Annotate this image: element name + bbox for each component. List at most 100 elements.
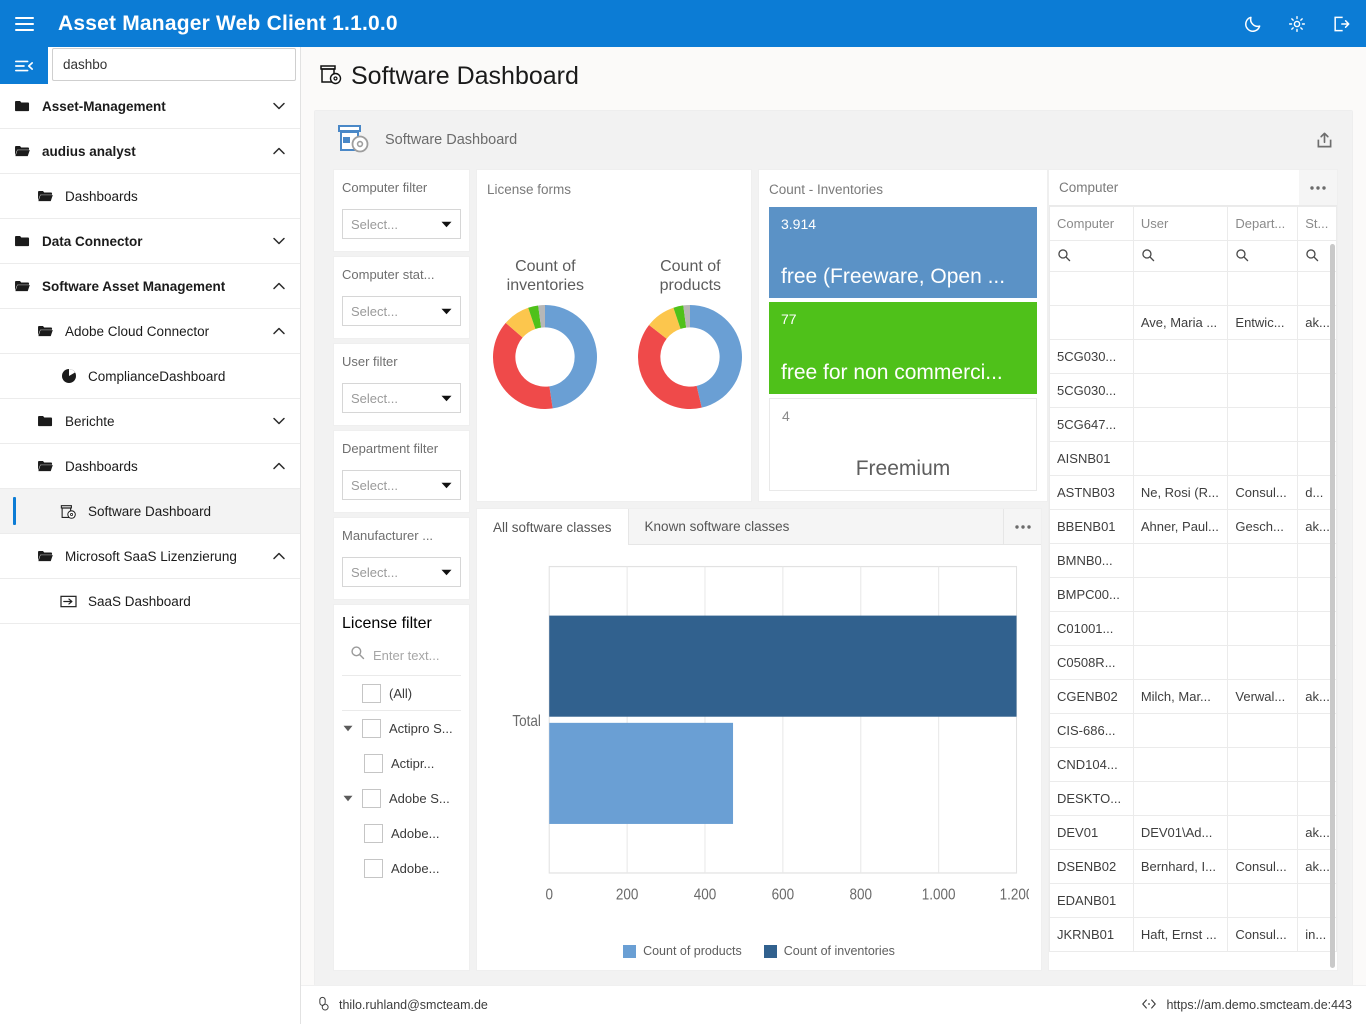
department-filter-select[interactable]: Select... — [342, 470, 461, 500]
table-row[interactable]: CND104... — [1049, 747, 1337, 782]
table-row[interactable]: 5CG030... — [1049, 373, 1337, 408]
manufacturer-filter-select[interactable]: Select... — [342, 557, 461, 587]
table-cell — [1132, 747, 1229, 782]
user-filter-select[interactable]: Select... — [342, 383, 461, 413]
table-row[interactable]: C0508R... — [1049, 645, 1337, 680]
legend-item[interactable]: Count of products — [623, 944, 742, 958]
table-column-search[interactable] — [1132, 240, 1229, 272]
svg-text:600: 600 — [772, 886, 795, 903]
sidebar-item-audius-analyst[interactable]: audius analyst — [0, 129, 300, 174]
chevron-up-icon[interactable] — [272, 461, 286, 471]
sidebar-item-data-connector[interactable]: Data Connector — [0, 219, 300, 264]
sidebar-item-compliancedashboard[interactable]: ComplianceDashboard — [0, 354, 300, 399]
sidebar-item-dashboards[interactable]: Dashboards — [0, 444, 300, 489]
tab-known-software-classes[interactable]: Known software classes — [627, 509, 1003, 544]
tab-all-software-classes[interactable]: All software classes — [477, 510, 628, 545]
sidebar-item-saas-dashboard[interactable]: SaaS Dashboard — [0, 579, 300, 624]
table-row[interactable]: Ave, Maria ... Entwic... ak... — [1049, 305, 1337, 340]
expander-triangle-icon[interactable] — [342, 795, 354, 802]
sidebar-item-microsoft-saas-lizenzierung[interactable]: Microsoft SaaS Lizenzierung — [0, 534, 300, 579]
dark-mode-icon[interactable] — [1242, 13, 1264, 35]
license-filter-item[interactable]: (All) — [342, 676, 461, 711]
computer-status-filter-value: Select... — [351, 303, 398, 319]
table-row[interactable]: EDANB01 — [1049, 883, 1337, 918]
sidebar-item-label: audius analyst — [42, 143, 136, 159]
chevron-up-icon[interactable] — [272, 551, 286, 561]
collapse-menu-icon[interactable] — [0, 47, 48, 84]
license-filter-checkbox[interactable] — [362, 683, 381, 703]
license-filter-item[interactable]: Actipr... — [342, 746, 461, 781]
table-column-header[interactable]: Depart... — [1227, 206, 1299, 241]
logout-icon[interactable] — [1330, 13, 1352, 35]
license-filter-item[interactable]: Adobe... — [342, 851, 461, 886]
license-filter-checkbox[interactable] — [362, 719, 381, 738]
table-row[interactable]: 5CG030... — [1049, 339, 1337, 374]
donut-chart-graphic[interactable] — [638, 305, 743, 414]
table-row[interactable]: CIS-686... — [1049, 713, 1337, 748]
table-cell: EDANB01 — [1049, 883, 1134, 918]
sidebar-item-label: Microsoft SaaS Lizenzierung — [65, 548, 237, 564]
kpi-tile[interactable]: 4 Freemium — [769, 397, 1037, 491]
table-row[interactable]: JKRNB01 Haft, Ernst ... Consul... in... — [1049, 917, 1337, 952]
license-filter-checkbox[interactable] — [364, 824, 383, 843]
kpi-tile[interactable]: 3.914 free (Freeware, Open ... — [769, 207, 1037, 299]
chevron-down-icon — [441, 302, 452, 320]
license-filter-item[interactable]: Actipro S... — [342, 711, 461, 746]
computer-status-filter-select[interactable]: Select... — [342, 296, 461, 326]
license-filter-checkbox[interactable] — [364, 754, 383, 773]
table-row[interactable]: C01001... — [1049, 611, 1337, 646]
legend-item[interactable]: Count of inventories — [763, 944, 895, 958]
table-column-search[interactable] — [1049, 240, 1134, 272]
sidebar: Asset-Management audius analyst Dashboards… — [0, 47, 301, 1024]
chevron-up-icon[interactable] — [272, 326, 286, 336]
chevron-down-icon[interactable] — [272, 101, 286, 111]
table-row[interactable]: BMNB0... — [1049, 543, 1337, 578]
sidebar-item-adobe-cloud-connector[interactable]: Adobe Cloud Connector — [0, 309, 300, 354]
chevron-up-icon[interactable] — [272, 281, 286, 291]
table-column-header[interactable]: User — [1132, 206, 1229, 241]
more-options-icon[interactable] — [1299, 170, 1337, 205]
sidebar-item-berichte[interactable]: Berichte — [0, 399, 300, 444]
table-row[interactable]: 5CG647... — [1049, 407, 1337, 442]
more-options-icon[interactable] — [1003, 509, 1041, 544]
svg-text:200: 200 — [616, 886, 639, 903]
table-row[interactable]: BMPC00... — [1049, 577, 1337, 612]
license-filter-item[interactable]: Adobe S... — [342, 781, 461, 816]
export-share-icon[interactable] — [1310, 126, 1338, 154]
sidebar-item-asset-management[interactable]: Asset-Management — [0, 84, 300, 129]
table-column-search[interactable] — [1227, 240, 1299, 272]
expander-triangle-icon[interactable] — [342, 725, 354, 732]
sidebar-item-software-asset-management[interactable]: Software Asset Management — [0, 264, 300, 309]
kpi-tile[interactable]: 77 free for non commerci... — [769, 302, 1037, 394]
license-filter-checkbox[interactable] — [362, 789, 381, 808]
computer-table-scroll[interactable]: Computer User Depart... St... Ave, Maria ...… — [1049, 206, 1337, 970]
chevron-down-icon[interactable] — [272, 236, 286, 246]
table-column-header[interactable]: Computer — [1049, 206, 1134, 241]
table-cell — [1227, 271, 1299, 306]
sidebar-search-input[interactable] — [52, 48, 296, 81]
computer-filter-select[interactable]: Select... — [342, 209, 461, 239]
table-row[interactable]: DESKTO... — [1049, 781, 1337, 816]
sidebar-item-software-dashboard[interactable]: Software Dashboard — [0, 489, 300, 534]
table-row[interactable]: DEV01 DEV01\Ad... ak... — [1049, 815, 1337, 850]
license-filter-search[interactable]: Enter text... — [342, 633, 461, 676]
license-filter-checkbox[interactable] — [364, 859, 383, 878]
folder-open-icon — [37, 549, 54, 564]
chevron-up-icon[interactable] — [272, 146, 286, 156]
table-column-header[interactable]: St... — [1297, 206, 1337, 241]
donut-chart-graphic[interactable] — [493, 305, 598, 414]
table-cell — [1049, 305, 1134, 340]
table-row[interactable]: BBENB01 Ahner, Paul... Gesch... ak... — [1049, 509, 1337, 544]
table-vertical-scrollbar[interactable] — [1330, 244, 1335, 968]
table-row[interactable]: CGENB02 Milch, Mar... Verwal... ak... — [1049, 679, 1337, 714]
hamburger-menu-icon[interactable] — [0, 0, 48, 47]
table-row[interactable]: ASTNB03 Ne, Rosi (R... Consul... d... — [1049, 475, 1337, 510]
sidebar-item-dashboards[interactable]: Dashboards — [0, 174, 300, 219]
settings-gear-icon[interactable] — [1286, 13, 1308, 35]
table-row[interactable] — [1049, 271, 1337, 306]
license-filter-item[interactable]: Adobe... — [342, 816, 461, 851]
table-row[interactable]: DSENB02 Bernhard, I... Consul... ak... — [1049, 849, 1337, 884]
license-filter-item-label: Adobe... — [391, 826, 440, 841]
chevron-down-icon[interactable] — [272, 416, 286, 426]
table-row[interactable]: AISNB01 — [1049, 441, 1337, 476]
